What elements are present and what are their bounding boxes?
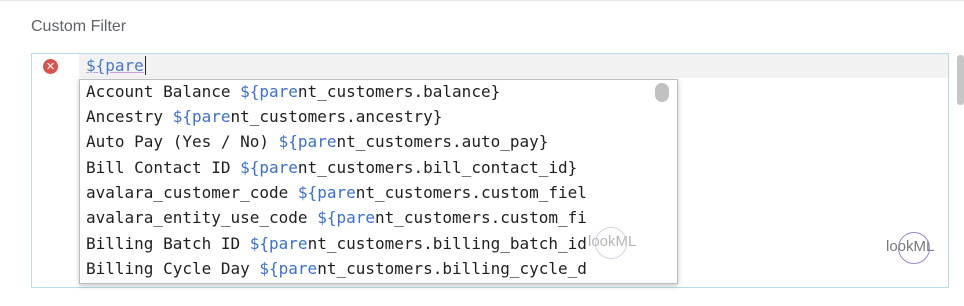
item-label: Billing Batch ID [86,234,250,253]
editor-scrollbar[interactable] [957,55,964,105]
item-match: ${pare [259,259,318,278]
item-label: Billing Cycle Day [86,259,260,278]
autocomplete-item[interactable]: Auto Pay (Yes / No) ${parent_customers.a… [86,130,548,154]
text-cursor [144,56,147,75]
item-match: ${pare [249,234,308,253]
item-match: ${pare [240,158,298,177]
item-label: avalara_entity_use_code [86,208,318,227]
custom-filter-label: Custom Filter [31,18,127,35]
item-rest: nt_customers.billing_cycle_d [317,259,587,278]
item-match: ${pare [240,82,298,101]
item-rest: nt_customers.ancestry} [230,107,443,126]
item-match: ${pare [317,208,375,227]
code-line[interactable]: ${pare [86,56,147,76]
item-label: Ancestry [86,107,173,126]
item-label: Account Balance [86,82,241,101]
item-rest: nt_customers.custom_fiel [355,183,587,202]
code-text: ${pare [86,56,144,75]
lookml-watermark: lookML [588,227,636,259]
item-match: ${pare [297,183,356,202]
autocomplete-item[interactable]: Ancestry ${parent_customers.ancestry} [86,105,442,129]
item-match: ${pare [278,132,337,151]
item-rest: nt_customers.auto_pay} [336,132,549,151]
active-line [79,54,948,78]
item-match: ${pare [172,107,231,126]
autocomplete-item[interactable]: avalara_entity_use_code ${parent_custome… [86,206,587,230]
autocomplete-item[interactable]: Bill Contact ID ${parent_customers.bill_… [86,156,577,180]
editor-gutter: ✕ [32,54,79,287]
autocomplete-item[interactable]: Account Balance ${parent_customers.balan… [86,80,500,104]
autocomplete-item[interactable]: avalara_customer_code ${parent_customers… [86,181,587,205]
autocomplete-popup[interactable]: Account Balance ${parent_customers.balan… [79,79,678,284]
autocomplete-item[interactable]: Billing Cycle Day ${parent_customers.bil… [86,257,587,281]
lookml-watermark: lookML [886,232,934,264]
error-icon[interactable]: ✕ [43,59,58,74]
item-rest: nt_customers.balance} [297,82,501,101]
item-rest: nt_customers.bill_contact_id} [297,158,578,177]
item-rest: nt_customers.custom_fi [374,208,587,227]
popup-scrollbar-thumb[interactable] [655,83,669,102]
item-label: Auto Pay (Yes / No) [86,132,279,151]
lookml-logo-icon [595,227,627,259]
lookml-logo-icon [898,232,930,264]
autocomplete-item[interactable]: Billing Batch ID ${parent_customers.bill… [86,232,587,256]
item-label: Bill Contact ID [86,158,241,177]
top-divider [0,0,964,1]
item-rest: nt_customers.billing_batch_id [307,234,587,253]
item-label: avalara_customer_code [86,183,298,202]
